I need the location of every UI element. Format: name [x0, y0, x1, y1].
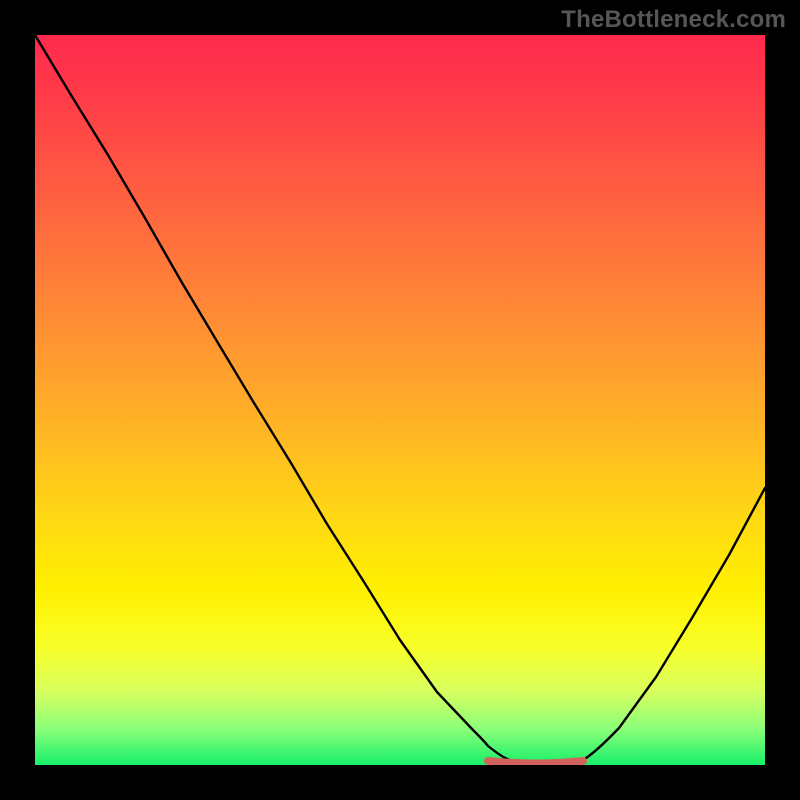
plateau-marker: [488, 761, 583, 764]
chart-frame: TheBottleneck.com: [0, 0, 800, 800]
plot-area: [35, 35, 765, 765]
curve-svg: [35, 35, 765, 765]
watermark-text: TheBottleneck.com: [561, 6, 786, 34]
bottleneck-curve: [35, 35, 765, 764]
